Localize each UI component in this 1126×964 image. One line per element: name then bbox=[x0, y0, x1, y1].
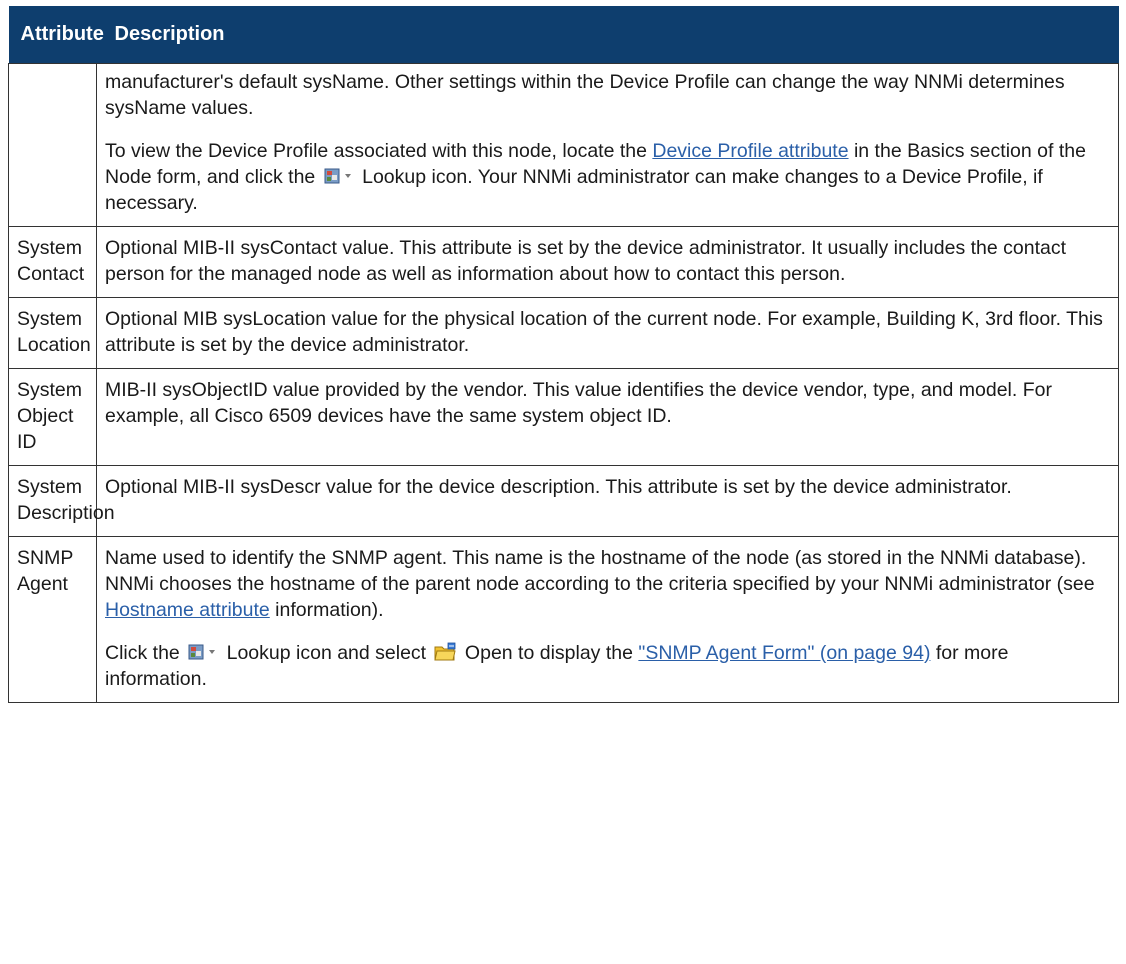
text-span: Name used to identify the SNMP agent. Th… bbox=[105, 547, 1095, 595]
lookup-icon bbox=[187, 642, 217, 662]
device-profile-attribute-link[interactable]: Device Profile attribute bbox=[652, 140, 848, 162]
attribute-cell: System Description bbox=[8, 465, 115, 537]
description-paragraph: Name used to identify the SNMP agent. Th… bbox=[105, 545, 1108, 623]
attribute-cell: System Object ID bbox=[8, 368, 97, 466]
table-row: System Contact Optional MIB-II sysContac… bbox=[8, 226, 1119, 298]
text-span: Open to display the bbox=[459, 642, 639, 664]
lookup-icon bbox=[323, 166, 353, 186]
hostname-attribute-link[interactable]: Hostname attribute bbox=[105, 599, 270, 621]
attribute-table: Attribute Description manufacturer's def… bbox=[8, 6, 1119, 703]
text-span: Lookup icon and select bbox=[221, 642, 432, 664]
table-row: System Description Optional MIB-II sysDe… bbox=[8, 465, 1119, 537]
attribute-cell bbox=[8, 63, 97, 227]
table-row: SNMP Agent Name used to identify the SNM… bbox=[8, 536, 1119, 703]
table-header-row: Attribute Description bbox=[8, 6, 1119, 64]
header-description: Description bbox=[96, 6, 1119, 64]
description-cell: manufacturer's default sysName. Other se… bbox=[96, 63, 1119, 227]
description-cell: Optional MIB-II sysDescr value for the d… bbox=[96, 465, 1119, 537]
description-cell: Optional MIB sysLocation value for the p… bbox=[96, 297, 1119, 369]
description-paragraph: Click the Lookup icon and select Open to… bbox=[105, 640, 1108, 692]
header-attribute: Attribute bbox=[8, 6, 104, 64]
description-paragraph: To view the Device Profile associated wi… bbox=[105, 138, 1108, 216]
description-cell: Optional MIB-II sysContact value. This a… bbox=[96, 226, 1119, 298]
open-folder-icon bbox=[433, 642, 456, 662]
snmp-agent-form-link[interactable]: "SNMP Agent Form" (on page 94) bbox=[638, 642, 930, 664]
table-row: System Object ID MIB-II sysObjectID valu… bbox=[8, 368, 1119, 466]
attribute-cell: System Location bbox=[8, 297, 97, 369]
table-row: manufacturer's default sysName. Other se… bbox=[8, 63, 1119, 227]
description-cell: MIB-II sysObjectID value provided by the… bbox=[96, 368, 1119, 466]
text-span: information). bbox=[269, 599, 384, 621]
text-span: Click the bbox=[105, 642, 186, 664]
attribute-cell: System Contact bbox=[8, 226, 97, 298]
table-row: System Location Optional MIB sysLocation… bbox=[8, 297, 1119, 369]
description-cell: Name used to identify the SNMP agent. Th… bbox=[96, 536, 1119, 703]
attribute-table-container: Attribute Description manufacturer's def… bbox=[8, 6, 1119, 703]
text-span: To view the Device Profile associated wi… bbox=[105, 140, 653, 162]
attribute-cell: SNMP Agent bbox=[8, 536, 97, 703]
description-paragraph: manufacturer's default sysName. Other se… bbox=[105, 71, 1065, 119]
